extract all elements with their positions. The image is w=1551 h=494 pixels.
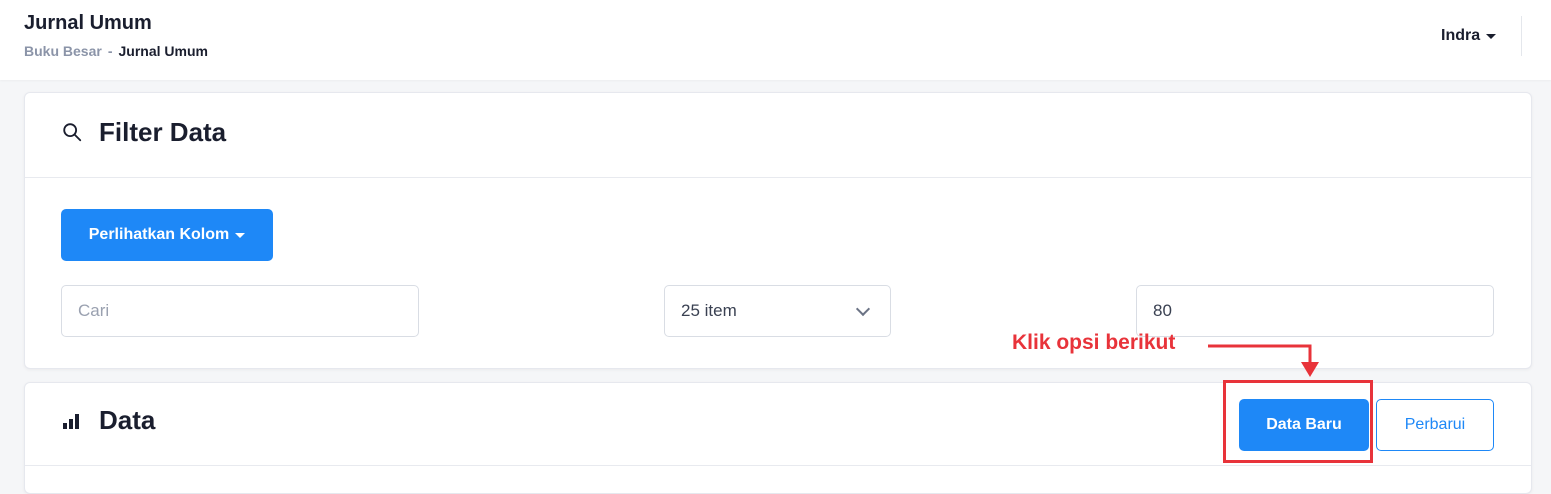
page-title: Jurnal Umum xyxy=(24,12,152,34)
top-bar: Jurnal Umum Buku Besar - Jurnal Umum Indra xyxy=(0,0,1551,80)
data-title: Data xyxy=(99,405,156,435)
annotation-label: Klik opsi berikut xyxy=(1012,331,1176,354)
search-input[interactable] xyxy=(61,285,419,337)
user-name: Indra xyxy=(1441,27,1481,44)
user-menu-button[interactable]: Indra xyxy=(1441,27,1497,45)
per-page-select[interactable]: 25 item xyxy=(664,285,891,337)
breadcrumb: Buku Besar - Jurnal Umum xyxy=(24,43,208,59)
filter-card: Filter Data Perlihatkan Kolom 25 item xyxy=(24,92,1532,369)
number-input[interactable] xyxy=(1136,285,1494,337)
caret-down-icon xyxy=(1486,33,1497,39)
breadcrumb-separator: - xyxy=(107,43,113,59)
header-divider xyxy=(1521,16,1522,56)
annotation-highlight-box xyxy=(1223,380,1373,463)
search-icon xyxy=(63,123,82,142)
show-columns-label: Perlihatkan Kolom xyxy=(88,226,230,243)
breadcrumb-current: Jurnal Umum xyxy=(118,43,208,59)
caret-down-icon xyxy=(235,232,246,238)
annotation-arrow-icon xyxy=(1208,344,1319,377)
breadcrumb-link-buku-besar[interactable]: Buku Besar xyxy=(24,43,102,59)
chevron-down-icon xyxy=(855,301,871,317)
divider xyxy=(25,465,1531,466)
per-page-value: 25 item xyxy=(681,301,737,320)
bar-chart-icon xyxy=(63,414,79,429)
filter-title: Filter Data xyxy=(99,117,227,147)
show-columns-button[interactable]: Perlihatkan Kolom xyxy=(61,209,273,261)
refresh-button[interactable]: Perbarui xyxy=(1376,399,1494,451)
filter-header: Filter Data xyxy=(25,93,1531,178)
